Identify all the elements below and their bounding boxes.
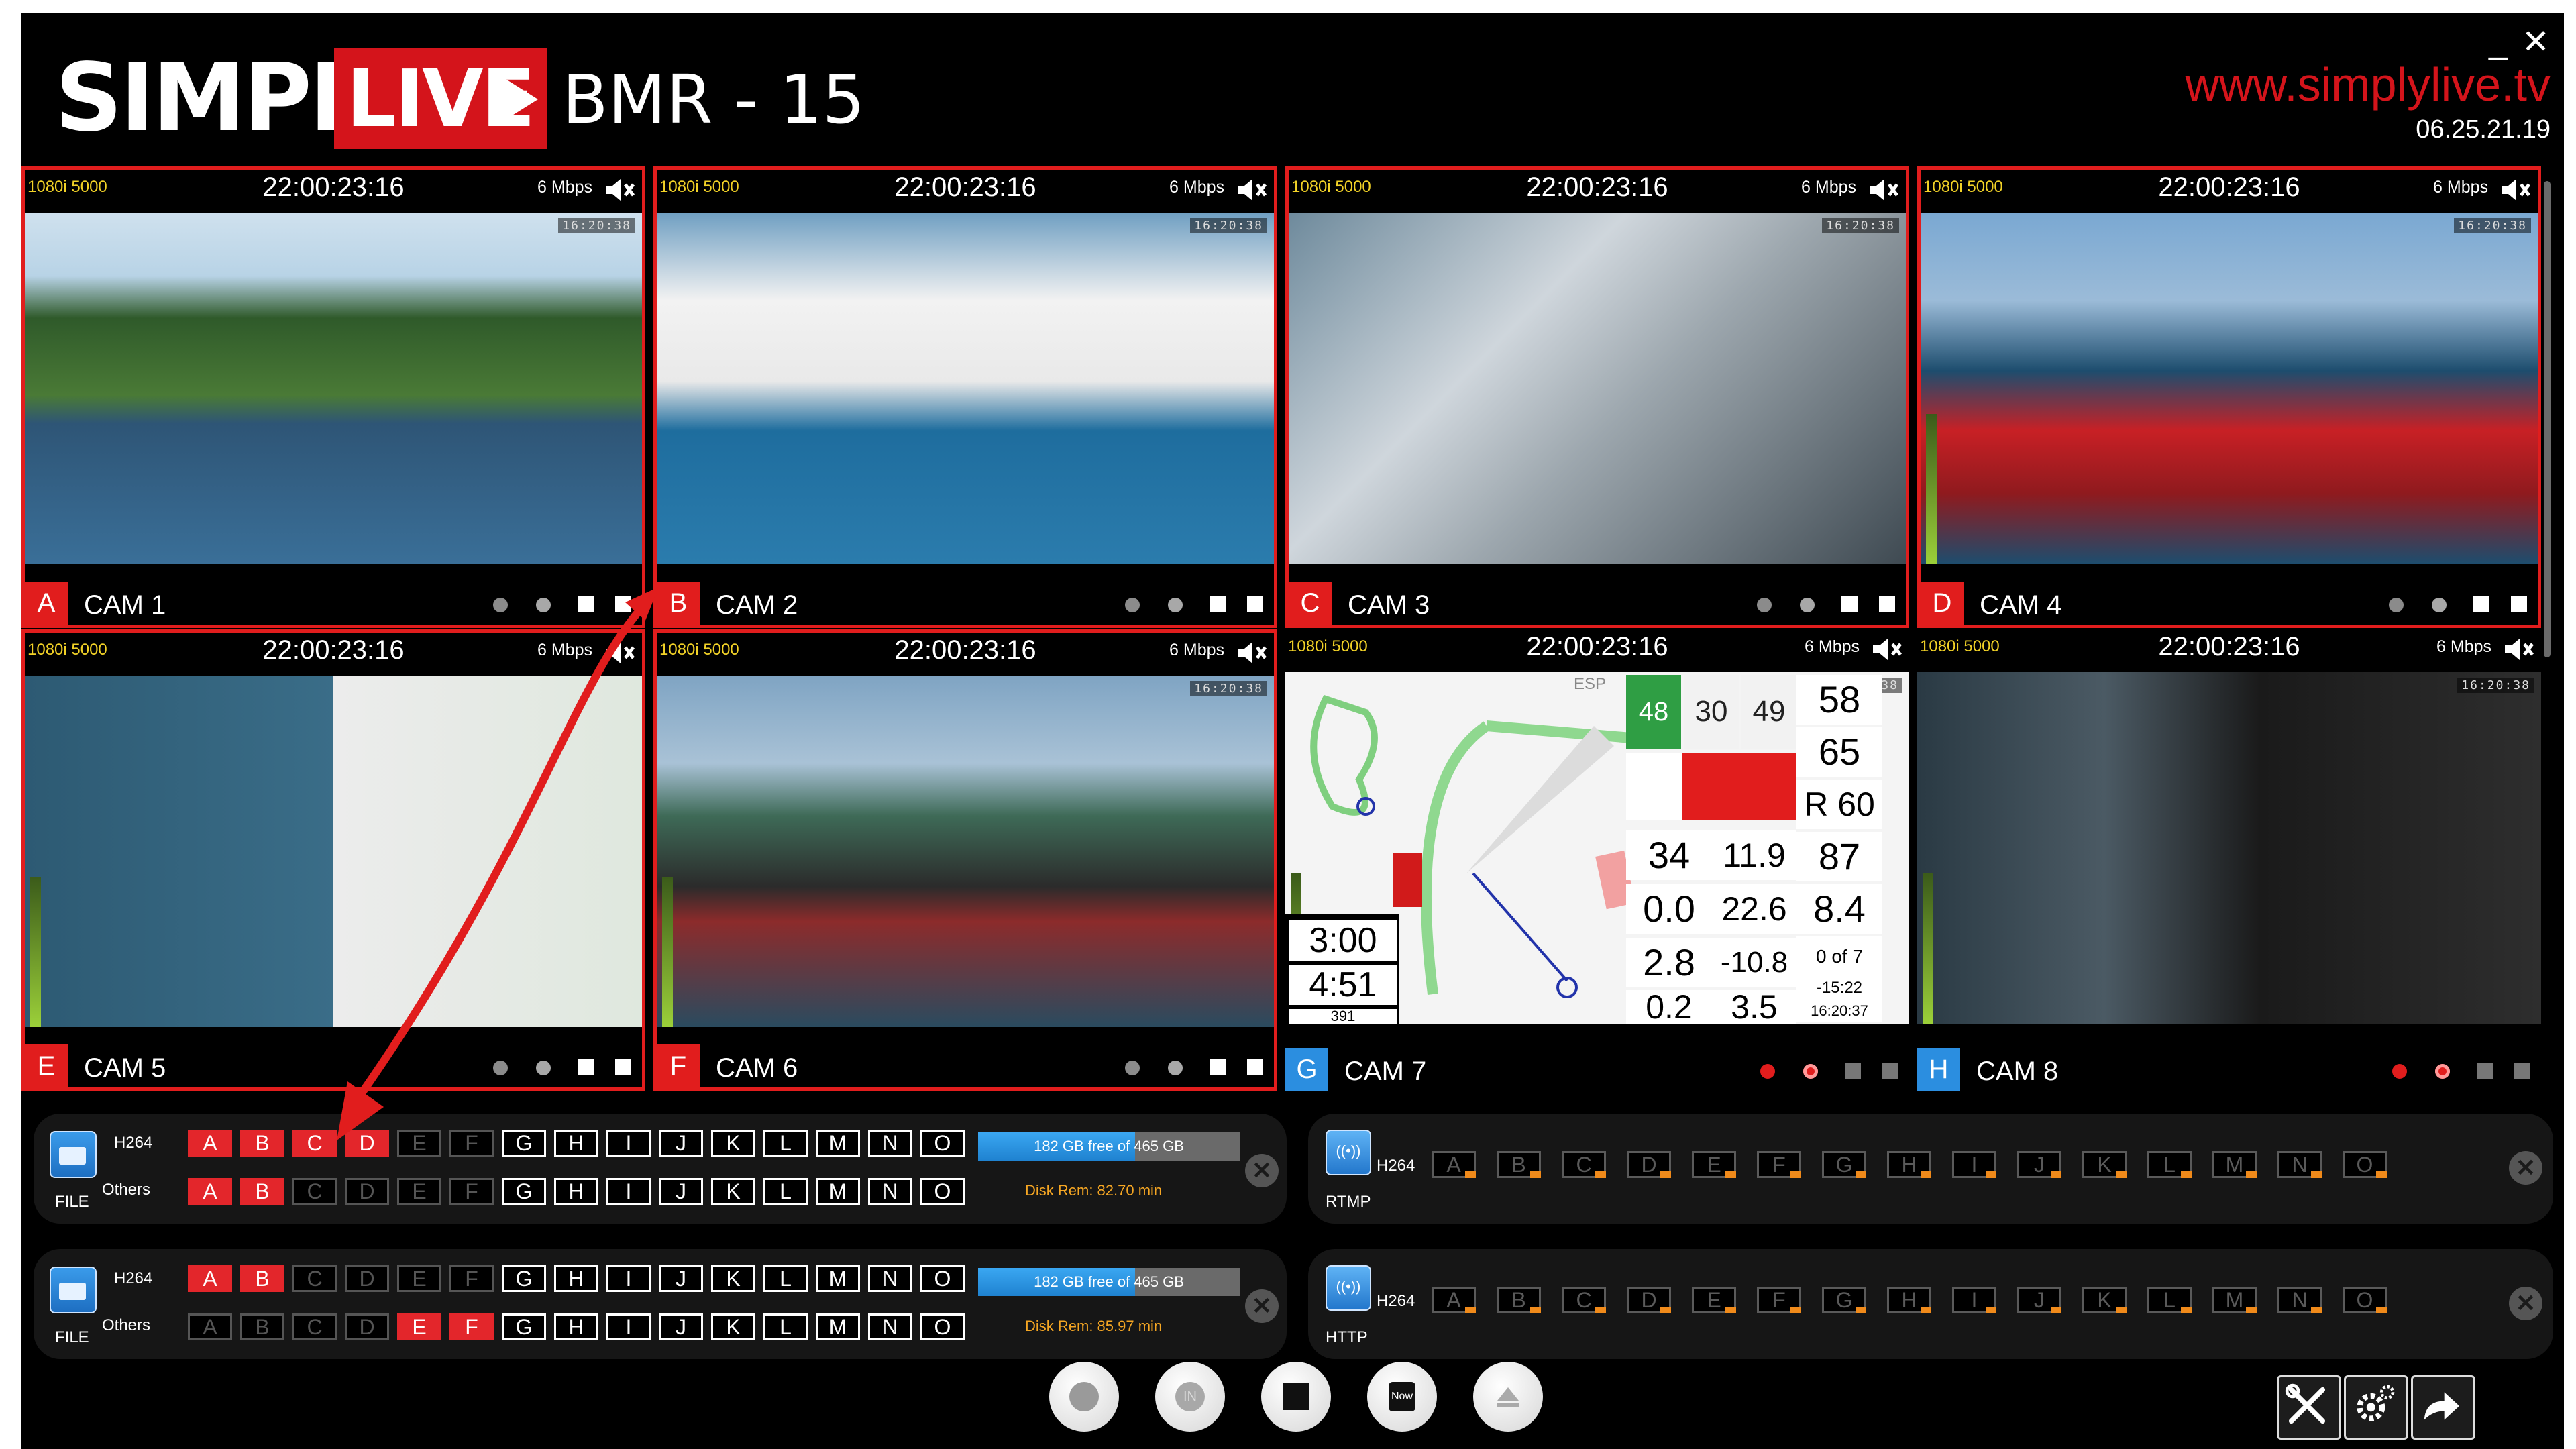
app-window: SIMPLY LIVE BMR - 15 _ ✕ www.simplylive.…	[21, 13, 2564, 1449]
annotation-arrow	[337, 587, 659, 1140]
